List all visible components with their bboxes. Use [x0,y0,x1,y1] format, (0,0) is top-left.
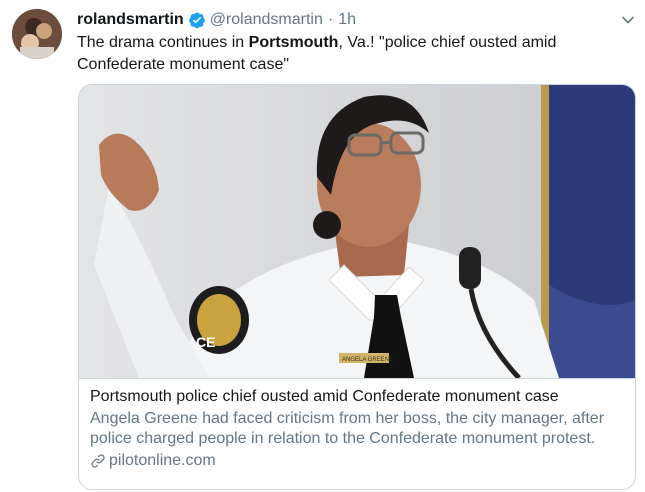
police-chief-photo: CE ANGELA GREENE [79,85,635,378]
separator-dot: · [327,11,334,28]
timestamp[interactable]: 1h [338,11,356,29]
chevron-down-icon[interactable] [620,12,636,28]
card-domain-text[interactable]: pilotonline.com [109,451,216,471]
avatar-photo [12,9,62,59]
tweet-text-bold[interactable]: Portsmouth [249,34,339,51]
display-name[interactable]: rolandsmartin [77,11,184,29]
link-icon [91,454,105,468]
card-description: Angela Greene had faced criticism from h… [90,410,605,447]
link-preview-card[interactable]: CE ANGELA GREENE Portsmouth police chief… [78,84,636,490]
card-domain[interactable]: pilotonline.com [90,451,624,471]
card-title[interactable]: Portsmouth police chief ousted amid Conf… [90,387,624,407]
avatar[interactable] [12,9,62,59]
card-body[interactable]: Portsmouth police chief ousted amid Conf… [79,378,635,489]
tweet-header: rolandsmartin @rolandsmartin · 1h [77,9,356,31]
card-image[interactable]: CE ANGELA GREENE [79,85,635,378]
name-tag-text: ANGELA GREENE [342,357,393,363]
shoulder-patch-text: CE [196,334,215,350]
tweet-text: The drama continues in Portsmouth, Va.! … [77,32,627,76]
tweet-text-start: The drama continues in [77,34,249,51]
verified-badge-icon [188,12,205,29]
tweet[interactable]: rolandsmartin @rolandsmartin · 1h The dr… [0,0,645,492]
handle[interactable]: @rolandsmartin [210,11,323,29]
